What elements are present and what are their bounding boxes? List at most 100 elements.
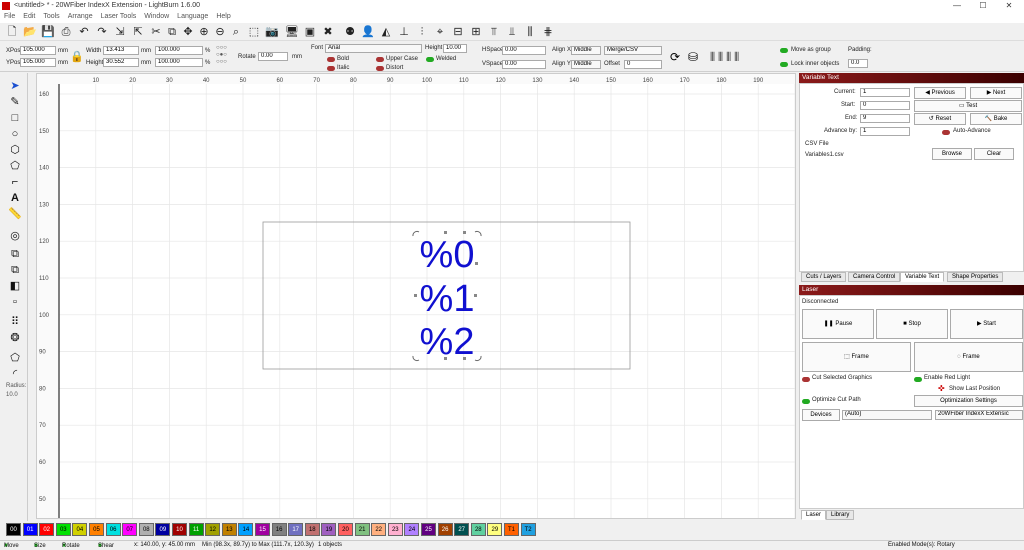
move-icon[interactable]: ✥ xyxy=(180,24,196,40)
lock-inner-toggle[interactable] xyxy=(780,62,788,67)
palette-swatch-29[interactable]: 29 xyxy=(487,523,503,536)
xpos-input[interactable]: 105.000 xyxy=(20,46,56,55)
tab-camera-control[interactable]: Camera Control xyxy=(848,272,901,282)
menu-language[interactable]: Language xyxy=(173,12,212,20)
round-corner-icon[interactable]: ◜ xyxy=(8,367,22,381)
maximize-button[interactable]: ☐ xyxy=(970,0,996,12)
align-x-select[interactable]: Middle xyxy=(571,46,601,55)
palette-swatch-12[interactable]: 12 xyxy=(205,523,221,536)
stop-button[interactable]: ■ Stop xyxy=(876,309,948,339)
text-tool-icon[interactable]: A xyxy=(8,191,22,205)
redo-icon[interactable]: ↷ xyxy=(94,24,110,40)
palette-swatch-10[interactable]: 10 xyxy=(172,523,187,536)
previous-button[interactable]: ◀ Previous xyxy=(914,87,966,99)
optimization-settings-button[interactable]: Optimization Settings xyxy=(914,395,1023,407)
palette-swatch-21[interactable]: 21 xyxy=(354,523,370,536)
palette-swatch-01[interactable]: 01 xyxy=(22,523,38,536)
show-last-position-button[interactable]: Show Last Position xyxy=(949,386,1000,392)
lock-icon[interactable]: 🔒 xyxy=(70,50,84,63)
palette-swatch-08[interactable]: 08 xyxy=(138,523,154,536)
palette-swatch-14[interactable]: 14 xyxy=(238,523,254,536)
tools-icon[interactable]: ✖ xyxy=(320,24,336,40)
weld-tool-icon[interactable]: ⧉ xyxy=(8,247,22,261)
palette-swatch-T1[interactable]: T1 xyxy=(504,523,519,536)
open-file-icon[interactable]: 📂 xyxy=(22,24,38,40)
pen-tool-icon[interactable]: ⬠ xyxy=(8,159,22,173)
copy-icon[interactable]: ⧉ xyxy=(164,24,180,40)
palette-swatch-11[interactable]: 11 xyxy=(188,523,204,536)
new-file-icon[interactable]: 🗋 xyxy=(4,24,20,40)
palette-swatch-17[interactable]: 17 xyxy=(288,523,304,536)
palette-swatch-07[interactable]: 07 xyxy=(122,523,138,536)
reset-button[interactable]: ↺ Reset xyxy=(914,113,966,125)
mirror-icon[interactable]: ◭ xyxy=(378,24,394,40)
padding-input[interactable]: 0.0 xyxy=(848,59,868,68)
palette-swatch-19[interactable]: 19 xyxy=(321,523,337,536)
ellipse-tool-icon[interactable]: ○ xyxy=(8,127,22,141)
start-input[interactable]: 0 xyxy=(860,101,910,110)
cut-selected-toggle[interactable] xyxy=(802,377,810,382)
move-as-group-toggle[interactable] xyxy=(780,48,788,53)
frame-rect-button[interactable]: ⬚ Frame xyxy=(802,342,911,372)
advance-input[interactable]: 1 xyxy=(860,127,910,136)
import-icon[interactable]: ⇲ xyxy=(112,24,128,40)
palette-swatch-24[interactable]: 24 xyxy=(404,523,420,536)
export-icon[interactable]: ⇱ xyxy=(130,24,146,40)
tab-shape-properties[interactable]: Shape Properties xyxy=(947,272,1004,282)
ypos-input[interactable]: 105.000 xyxy=(20,58,56,67)
menu-help[interactable]: Help xyxy=(212,12,234,20)
scale-height-input[interactable]: 100.000 xyxy=(155,58,203,67)
palette-swatch-05[interactable]: 05 xyxy=(89,523,104,536)
start-button[interactable]: ▶ Start xyxy=(950,309,1023,339)
palette-swatch-02[interactable]: 02 xyxy=(39,523,55,536)
current-input[interactable]: 1 xyxy=(860,88,910,97)
auto-advance-toggle[interactable] xyxy=(942,130,950,135)
align-tools-icon[interactable]: ⫴⫴⫴⫴ xyxy=(710,50,742,65)
rectangle-tool-icon[interactable]: □ xyxy=(8,111,22,125)
menu-laser-tools[interactable]: Laser Tools xyxy=(97,12,141,20)
palette-swatch-20[interactable]: 20 xyxy=(338,523,353,536)
measure-tool-icon[interactable]: 📏 xyxy=(8,207,22,221)
width-input[interactable]: 13.413 xyxy=(103,46,139,55)
select-tool-icon[interactable]: ➤ xyxy=(8,79,22,93)
palette-swatch-13[interactable]: 13 xyxy=(221,523,237,536)
text-height-input[interactable]: 10.00 xyxy=(443,44,467,53)
distribute-icon[interactable]: ⫶ xyxy=(414,24,430,40)
grid-icon[interactable]: ⋕ xyxy=(540,24,556,40)
palette-swatch-25[interactable]: 25 xyxy=(421,523,436,536)
palette-swatch-T2[interactable]: T2 xyxy=(520,523,536,536)
zoom-frame-icon[interactable]: ⌕ xyxy=(228,24,244,40)
undo-icon[interactable]: ↶ xyxy=(76,24,92,40)
grid-array-icon[interactable]: ⠿ xyxy=(8,315,22,329)
palette-swatch-23[interactable]: 23 xyxy=(387,523,403,536)
italic-toggle[interactable] xyxy=(327,66,335,71)
browse-button[interactable]: Browse xyxy=(932,148,972,160)
upper-case-toggle[interactable] xyxy=(376,57,384,62)
palette-swatch-26[interactable]: 26 xyxy=(437,523,453,536)
center-v-icon[interactable]: ⊞ xyxy=(468,24,484,40)
close-button[interactable]: ✕ xyxy=(996,0,1022,12)
camera-icon[interactable]: 📷 xyxy=(264,24,280,40)
select-frame-icon[interactable]: ⬚ xyxy=(246,24,262,40)
align-bottom-icon[interactable]: ⫫ xyxy=(504,24,520,40)
scale-width-input[interactable]: 100.000 xyxy=(155,46,203,55)
polygon-tool-icon[interactable]: ⬡ xyxy=(8,143,22,157)
tab-variable-text[interactable]: Variable Text xyxy=(900,272,945,282)
menu-arrange[interactable]: Arrange xyxy=(64,12,97,20)
minimize-button[interactable]: — xyxy=(944,0,970,12)
rotate-input[interactable]: 0.00 xyxy=(258,52,288,61)
bake-button[interactable]: 🔨 Bake xyxy=(970,113,1022,125)
menu-tools[interactable]: Tools xyxy=(39,12,63,20)
palette-swatch-27[interactable]: 27 xyxy=(454,523,470,536)
text-mode-select[interactable]: Merge/CSV xyxy=(604,46,662,55)
palette-swatch-06[interactable]: 06 xyxy=(105,523,121,536)
align-top-icon[interactable]: ⫪ xyxy=(486,24,502,40)
red-light-toggle[interactable] xyxy=(914,377,922,382)
union-tool-icon[interactable]: ⧉ xyxy=(8,263,22,277)
tab-cuts-layers[interactable]: Cuts / Layers xyxy=(801,272,847,282)
menu-file[interactable]: File xyxy=(0,12,19,20)
cut-icon[interactable]: ✂ xyxy=(148,24,164,40)
subtract-tool-icon[interactable]: ◧ xyxy=(8,279,22,293)
menu-window[interactable]: Window xyxy=(140,12,173,20)
align-center-icon[interactable]: ⊥ xyxy=(396,24,412,40)
